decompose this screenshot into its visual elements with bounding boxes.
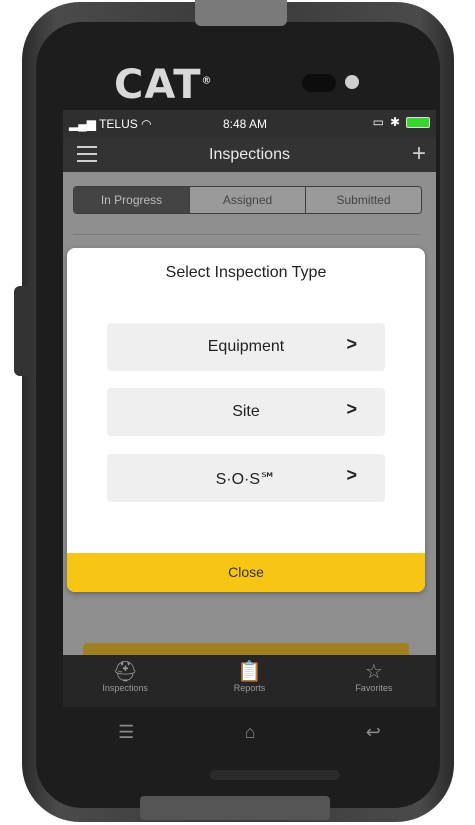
battery-icon (406, 116, 430, 128)
background-button (83, 643, 409, 655)
front-camera (302, 74, 336, 92)
back-key-icon[interactable]: ↩ (366, 722, 381, 743)
equipment-option[interactable]: Equipment > (107, 323, 385, 371)
option-label: S·O·S℠ (215, 471, 277, 488)
page-title: Inspections (209, 146, 290, 163)
dialog-title: Select Inspection Type (165, 264, 327, 281)
tab-inspections[interactable]: ⛑ Inspections (63, 655, 187, 707)
screen-mirror-icon: ▭ (372, 115, 384, 129)
chevron-right-icon: > (346, 399, 357, 419)
home-key-icon[interactable]: ⌂ (245, 722, 256, 743)
tab-label: Inspections (102, 683, 148, 693)
tab-reports[interactable]: 📋 Reports (187, 655, 311, 707)
option-label: Site (232, 403, 260, 420)
wifi-icon: ◠ (141, 117, 152, 131)
top-clip (195, 0, 287, 26)
carrier-label: ▂▄▆ TELUS ◠ (69, 117, 152, 131)
menu-key-icon[interactable]: ☰ (118, 722, 134, 743)
star-icon: ☆ (364, 661, 383, 683)
bottom-tab-bar: ⛑ Inspections 📋 Reports ☆ Favorites (63, 655, 436, 707)
inspections-icon: ⛑ (112, 661, 138, 683)
status-icons: ▭ ✱ (373, 115, 430, 129)
speaker-grille (210, 770, 340, 780)
tab-favorites[interactable]: ☆ Favorites (312, 655, 436, 707)
chevron-right-icon: > (346, 334, 357, 354)
plus-icon[interactable]: + (412, 140, 426, 168)
tab-label: Favorites (355, 683, 393, 693)
divider (73, 234, 420, 235)
hardware-keys: ☰ ⌂ ↩ (63, 707, 436, 757)
tab-label: Reports (233, 683, 266, 693)
reports-icon: 📋 (237, 661, 262, 683)
clock: 8:48 AM (223, 117, 268, 131)
proximity-sensor (345, 75, 359, 89)
segment-tabs: In Progress Assigned Submitted (73, 186, 422, 214)
close-button[interactable]: Close (67, 553, 425, 592)
sos-option[interactable]: S·O·S℠ > (107, 454, 385, 502)
cat-logo: CAT® (114, 62, 213, 108)
chevron-right-icon: > (346, 465, 357, 485)
status-bar: ▂▄▆ TELUS ◠ 8:48 AM ▭ ✱ (63, 110, 436, 138)
nav-bar: Inspections + (63, 138, 436, 172)
bluetooth-icon: ✱ (389, 115, 400, 129)
option-label: Equipment (207, 338, 285, 355)
bottom-port (140, 796, 330, 820)
site-option[interactable]: Site > (107, 388, 385, 436)
inspection-type-dialog: Select Inspection Type Equipment > Site … (67, 248, 425, 592)
tab-assigned[interactable]: Assigned (189, 187, 305, 213)
tab-in-progress[interactable]: In Progress (74, 187, 189, 213)
tab-submitted[interactable]: Submitted (305, 187, 421, 213)
side-button (14, 286, 32, 376)
